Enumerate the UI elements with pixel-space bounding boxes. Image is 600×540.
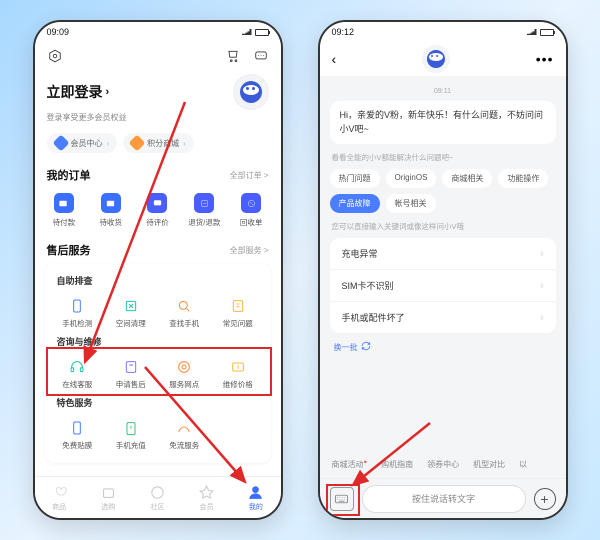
tab-mine[interactable]: 我的 bbox=[247, 484, 264, 512]
login-title[interactable]: 立即登录 › bbox=[47, 82, 110, 102]
chevron-right-icon: › bbox=[540, 280, 543, 291]
topup-icon bbox=[122, 419, 140, 437]
status-time: 09:09 bbox=[47, 27, 70, 37]
tab-community[interactable]: 社区 bbox=[149, 484, 166, 512]
points-icon bbox=[129, 135, 146, 152]
faq[interactable]: 常见问题 bbox=[211, 293, 265, 333]
apply-icon bbox=[122, 358, 140, 376]
faq-broken[interactable]: 手机或配件坏了› bbox=[330, 302, 556, 333]
cart-icon[interactable] bbox=[225, 48, 241, 64]
voice-input[interactable]: 按住说话转文字 bbox=[362, 485, 526, 513]
online-service[interactable]: 在线客服 bbox=[51, 354, 105, 394]
clean-icon bbox=[122, 297, 140, 315]
quick-links[interactable]: 商城活动● 购机指南 领券中心 机型对比 以 bbox=[320, 451, 566, 478]
consult-title: 咨询与维修 bbox=[51, 333, 265, 354]
plus-button[interactable]: + bbox=[534, 488, 556, 510]
chevron-right-icon: › bbox=[540, 312, 543, 323]
chevron-right-icon: › bbox=[106, 86, 110, 98]
ql-guide[interactable]: 购机指南 bbox=[381, 459, 413, 470]
location-icon bbox=[175, 358, 193, 376]
points-mall-pill[interactable]: 积分商城› bbox=[123, 133, 194, 153]
chip-fault[interactable]: 产品故障 bbox=[330, 194, 380, 213]
member-center-pill[interactable]: 会员中心› bbox=[47, 133, 118, 153]
chip-mall[interactable]: 商城相关 bbox=[442, 169, 492, 188]
orders-more[interactable]: 全部订单 > bbox=[230, 170, 269, 181]
selfhelp-title: 自助排查 bbox=[51, 272, 265, 293]
headset-icon bbox=[68, 358, 86, 376]
phone-check-icon bbox=[68, 297, 86, 315]
repair-price[interactable]: 维修价格 bbox=[211, 354, 265, 394]
find-phone[interactable]: 查找手机 bbox=[158, 293, 212, 333]
ql-coupon[interactable]: 领券中心 bbox=[427, 459, 459, 470]
order-shipping[interactable]: 待收货 bbox=[87, 193, 134, 228]
chat-avatar bbox=[422, 45, 450, 73]
space-clean[interactable]: 空间清理 bbox=[104, 293, 158, 333]
screen-icon bbox=[68, 419, 86, 437]
special-title: 特色服务 bbox=[51, 394, 265, 415]
chip-hot[interactable]: 热门问题 bbox=[330, 169, 380, 188]
tab-member[interactable]: 会员 bbox=[198, 484, 215, 512]
refund-icon bbox=[194, 193, 214, 213]
back-button[interactable]: ‹ bbox=[332, 51, 337, 67]
orders-title: 我的订单 bbox=[47, 167, 91, 183]
wallet-icon bbox=[54, 193, 74, 213]
keyboard-button[interactable] bbox=[330, 487, 354, 511]
chip-function[interactable]: 功能操作 bbox=[498, 169, 548, 188]
service-location[interactable]: 服务网点 bbox=[158, 354, 212, 394]
ql-compare[interactable]: 机型对比 bbox=[473, 459, 505, 470]
login-subtitle: 登录享受更多会员权益 bbox=[35, 112, 281, 129]
hint-1: 看看全能的小V都能解决什么问题吧~ bbox=[332, 152, 554, 163]
order-refund[interactable]: 退货/退款 bbox=[181, 193, 228, 228]
apply-aftersale[interactable]: 申请售后 bbox=[104, 354, 158, 394]
ql-more[interactable]: 以 bbox=[519, 459, 527, 470]
greeting-bubble: Hi，亲爱的V粉，新年快乐！有什么问题，不妨问问小V吧~ bbox=[330, 101, 556, 144]
more-button[interactable]: ••• bbox=[536, 51, 554, 67]
phone-check[interactable]: 手机检测 bbox=[51, 293, 105, 333]
aftersale-more[interactable]: 全部服务 > bbox=[230, 245, 269, 256]
recycle-icon bbox=[241, 193, 261, 213]
chip-originos[interactable]: OriginOS bbox=[386, 169, 437, 188]
chat-timestamp: 09:11 bbox=[330, 88, 556, 95]
price-icon bbox=[229, 358, 247, 376]
data-icon bbox=[175, 419, 193, 437]
aftersale-title: 售后服务 bbox=[47, 242, 91, 258]
phone-topup[interactable]: 手机充值 bbox=[104, 415, 158, 455]
member-icon bbox=[52, 135, 69, 152]
ql-promo[interactable]: 商城活动● bbox=[332, 459, 368, 470]
status-time: 09:12 bbox=[332, 27, 355, 37]
chip-account[interactable]: 帐号相关 bbox=[386, 194, 436, 213]
faq-charging[interactable]: 充电异常› bbox=[330, 238, 556, 270]
order-unpaid[interactable]: 待付款 bbox=[41, 193, 88, 228]
settings-hex-icon[interactable] bbox=[47, 48, 63, 64]
chevron-right-icon: › bbox=[540, 248, 543, 259]
free-data[interactable]: 免流服务 bbox=[158, 415, 212, 455]
tab-product[interactable]: 商品 bbox=[51, 484, 68, 512]
chat-icon bbox=[147, 193, 167, 213]
order-review[interactable]: 待评价 bbox=[134, 193, 181, 228]
hint-2: 您可以直接输入关键词或像这样问小V哦 bbox=[332, 221, 554, 232]
refresh-button[interactable]: 换一批 bbox=[334, 341, 552, 353]
avatar[interactable] bbox=[233, 74, 269, 110]
status-right bbox=[242, 29, 269, 36]
faq-sim[interactable]: SIM卡不识别› bbox=[330, 270, 556, 302]
tab-shop[interactable]: 选购 bbox=[100, 484, 117, 512]
status-right bbox=[527, 29, 554, 36]
message-icon[interactable] bbox=[253, 48, 269, 64]
box-icon bbox=[101, 193, 121, 213]
refresh-icon bbox=[361, 341, 371, 353]
faq-icon bbox=[229, 297, 247, 315]
free-screen[interactable]: 免费贴膜 bbox=[51, 415, 105, 455]
find-icon bbox=[175, 297, 193, 315]
order-recycle[interactable]: 回收单 bbox=[228, 193, 275, 228]
